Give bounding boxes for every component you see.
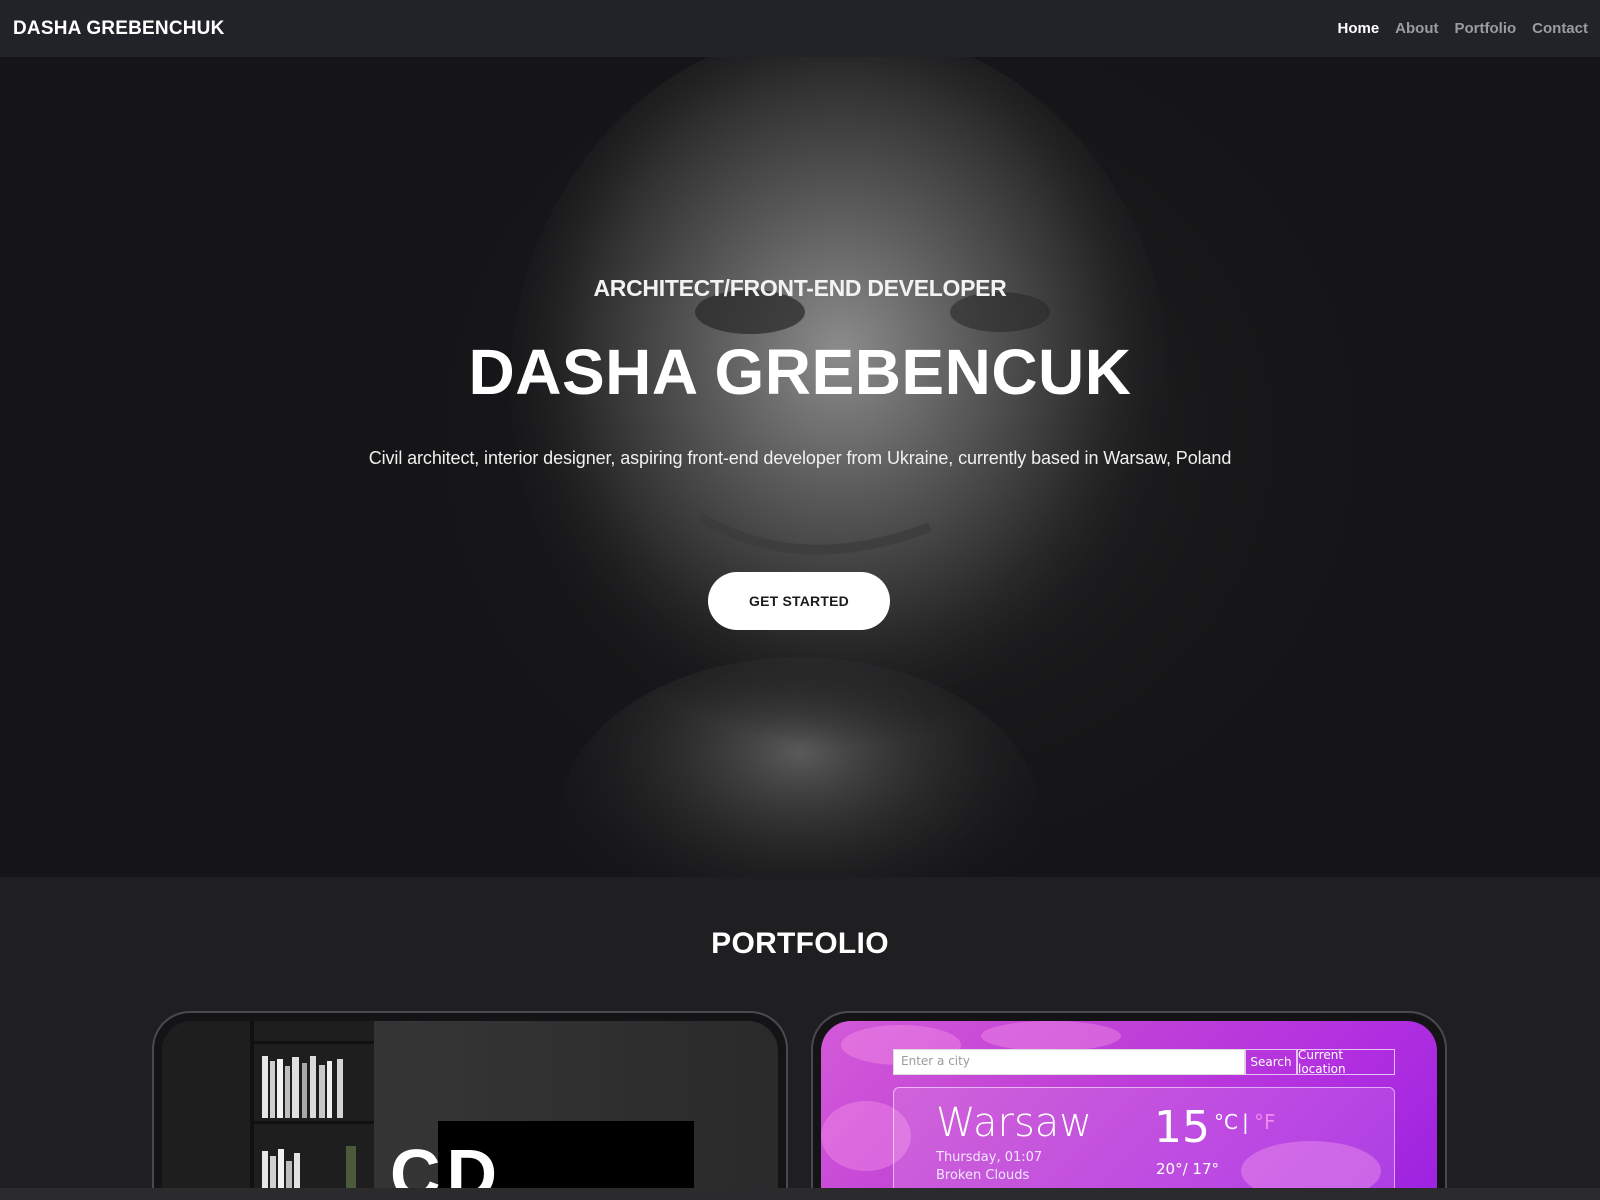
nav-link-contact[interactable]: Contact [1532,20,1588,37]
unit-separator: | [1242,1110,1249,1134]
bookshelf-graphic [162,1021,374,1200]
cloud-shape [981,1021,1121,1051]
search-button[interactable]: Search [1245,1049,1297,1075]
weather-app-preview: Enter a city Search Current location War… [821,1021,1437,1200]
navbar: DASHA GREBENCHUK Home About Portfolio Co… [0,0,1600,57]
nav-link-home[interactable]: Home [1337,20,1379,37]
portfolio-card-weather-app[interactable]: Enter a city Search Current location War… [811,1011,1447,1200]
current-location-button[interactable]: Current location [1297,1048,1395,1076]
portfolio-card-interior[interactable]: CD [152,1011,788,1200]
nav-link-about[interactable]: About [1395,20,1438,37]
card-screen: CD [162,1021,778,1200]
books-icon [250,1021,374,1200]
portfolio-section: PORTFOLIO CD Enter a city Search Current… [0,877,1600,1200]
weather-panel: Warsaw Thursday, 01:07 Broken Clouds 15 … [893,1087,1395,1200]
weather-description: Broken Clouds [936,1168,1030,1183]
hero-section: ARCHITECT/FRONT-END DEVELOPER DASHA GREB… [0,57,1600,877]
nav-link-portfolio[interactable]: Portfolio [1455,20,1517,37]
celsius-toggle[interactable]: °C [1214,1110,1238,1134]
interior-preview-image: CD [162,1021,778,1200]
card-screen: Enter a city Search Current location War… [821,1021,1437,1200]
fahrenheit-toggle[interactable]: °F [1254,1110,1276,1134]
weather-temperature: 15 [1154,1102,1210,1153]
weather-date: Thursday, 01:07 [936,1150,1043,1165]
hero-subtitle: ARCHITECT/FRONT-END DEVELOPER [593,275,1007,301]
brand-logo[interactable]: DASHA GREBENCHUK [13,18,225,40]
bottom-scrollbar-track [0,1188,1600,1200]
hero-text: ARCHITECT/FRONT-END DEVELOPER DASHA GREB… [0,57,1600,877]
get-started-button[interactable]: GET STARTED [708,572,890,630]
weather-city: Warsaw [936,1100,1093,1146]
weather-temp-range: 20°/ 17° [1156,1160,1219,1178]
city-search-input[interactable]: Enter a city [893,1049,1245,1075]
hero-title: DASHA GREBENCUK [468,336,1132,408]
hero-description: Civil architect, interior designer, aspi… [368,448,1232,468]
portfolio-title: PORTFOLIO [711,927,889,960]
nav-links: Home About Portfolio Contact [1337,20,1588,37]
